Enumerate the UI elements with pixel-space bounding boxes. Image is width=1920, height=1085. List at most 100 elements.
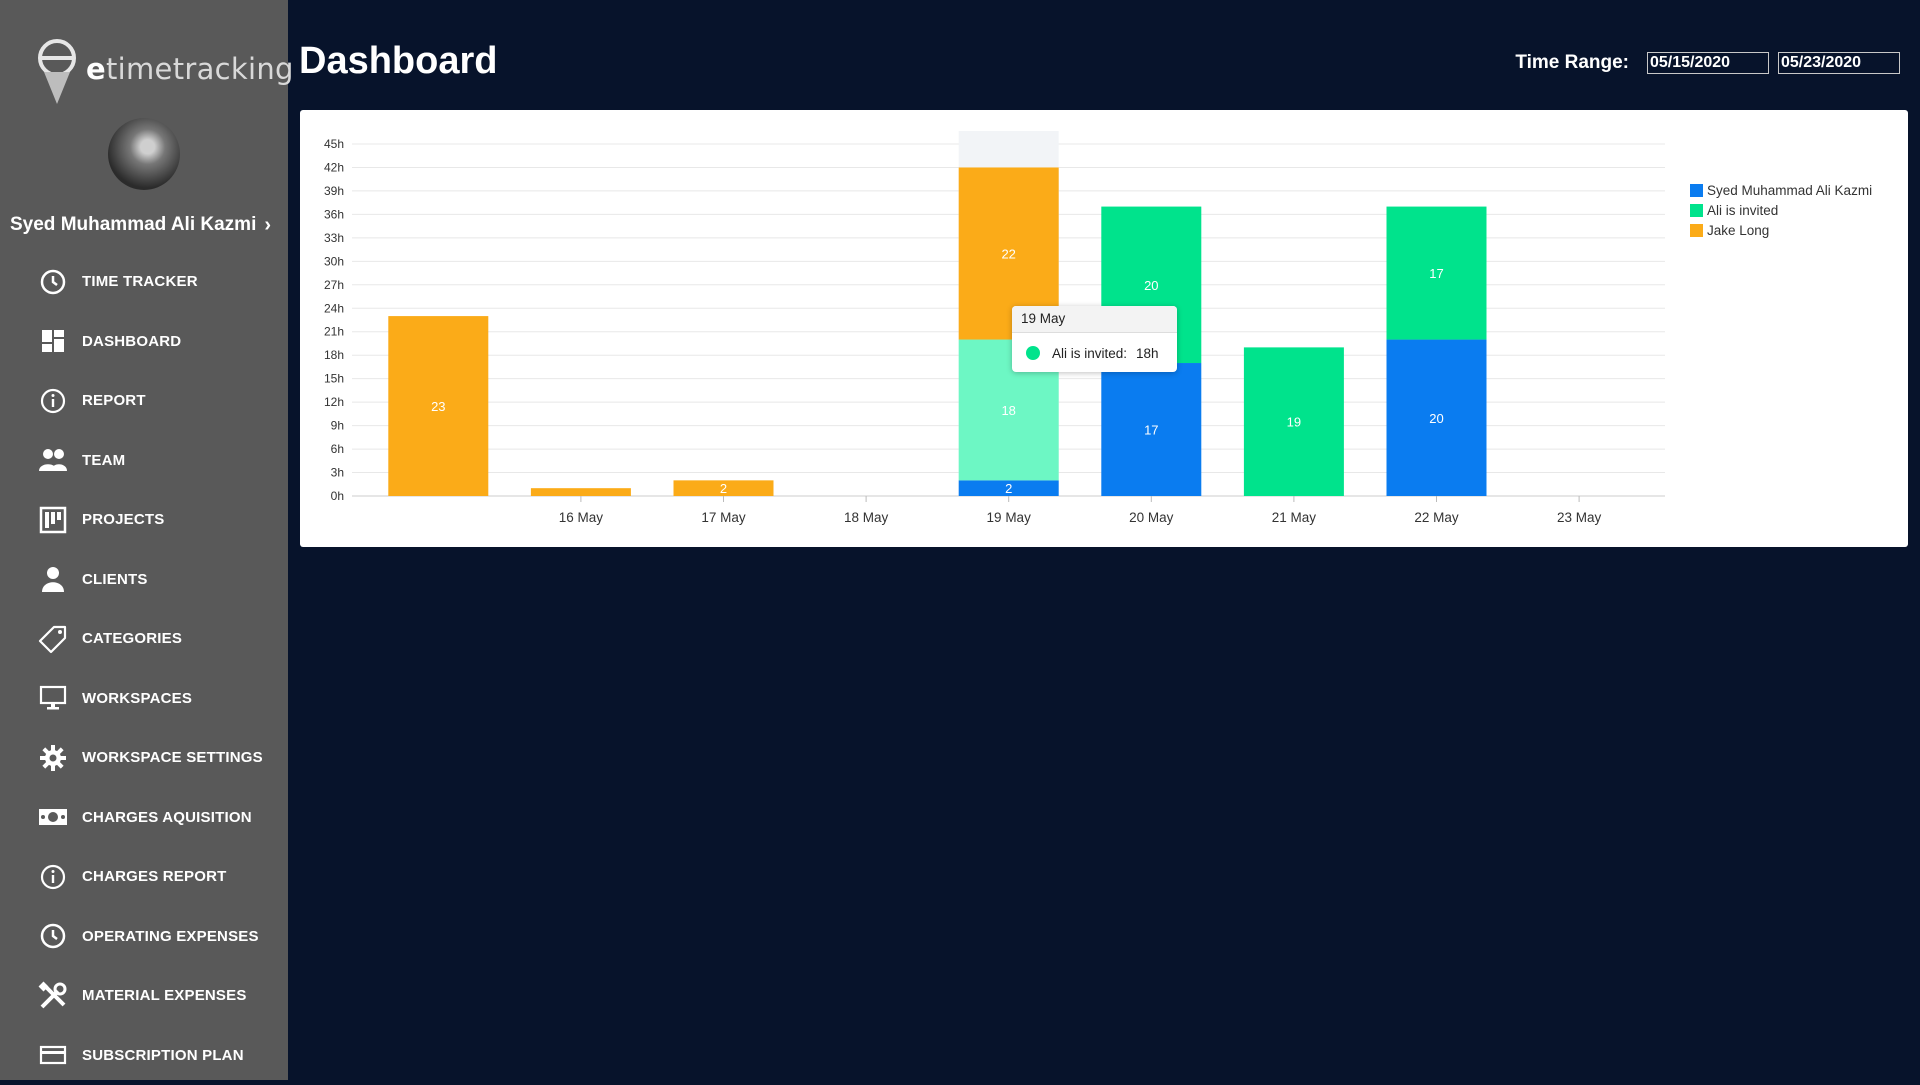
tooltip-series-name: Ali is invited: [1052,346,1127,361]
y-tick-label: 24h [324,301,344,315]
x-tick-label: 21 May [1272,510,1317,525]
y-tick-label: 0h [331,489,344,503]
time-range-label: Time Range: [1515,52,1629,74]
sidebar-item-label: DASHBOARD [82,333,181,350]
sidebar-item-workspace-settings[interactable]: WORKSPACE SETTINGS [0,728,288,788]
y-tick-label: 33h [324,231,344,245]
sidebar-item-label: CHARGES REPORT [82,868,226,885]
bar-data-label: 17 [1144,423,1158,438]
sidebar-item-label: WORKSPACES [82,690,192,707]
tooltip-series-dot [1026,346,1040,360]
sidebar-nav: TIME TRACKER DASHBOARD REPORT TEAM PROJECTS C… [0,252,288,1085]
user-profile-link[interactable]: Syed Muhammad Ali Kazmi › [10,210,280,240]
legend-swatch [1690,204,1703,217]
y-tick-label: 27h [324,278,344,292]
bar-data-label: 20 [1144,278,1158,293]
legend-item[interactable]: Ali is invited [1690,200,1872,220]
y-tick-label: 45h [324,137,344,151]
page-title: Dashboard [299,40,497,83]
time-range: Time Range: [1515,52,1900,74]
bar-segment [531,488,631,496]
x-tick-label: 16 May [559,510,604,525]
projects-icon [38,505,68,535]
sidebar-item-label: CATEGORIES [82,630,182,647]
y-tick-label: 18h [324,348,344,362]
bar-data-label: 19 [1287,415,1301,430]
team-icon [38,445,68,475]
sidebar-item-material-expenses[interactable]: MATERIAL EXPENSES [0,966,288,1026]
sidebar-item-clients[interactable]: CLIENTS [0,550,288,610]
bar-data-label: 17 [1429,266,1443,281]
sidebar-item-operating-expenses[interactable]: OPERATING EXPENSES [0,907,288,967]
avatar[interactable] [108,118,180,190]
card-icon [38,1040,68,1070]
legend-item[interactable]: Jake Long [1690,220,1872,240]
app-logo-text: etimetracking [86,52,294,86]
end-date-input[interactable] [1778,52,1900,74]
y-tick-label: 3h [331,466,344,480]
sidebar-item-workspaces[interactable]: WORKSPACES [0,669,288,729]
y-tick-label: 30h [324,254,344,268]
x-tick-label: 19 May [987,510,1032,525]
sidebar: etimetracking Syed Muhammad Ali Kazmi › … [0,0,288,1080]
grid-icon [38,326,68,356]
y-tick-label: 21h [324,325,344,339]
chart-card: 0h3h6h9h12h15h18h21h24h27h30h33h36h39h42… [300,110,1908,547]
bar-data-label: 20 [1429,411,1443,426]
sidebar-item-label: CHARGES AQUISITION [82,809,252,826]
sidebar-item-charges-aquisition[interactable]: CHARGES AQUISITION [0,788,288,848]
bar-data-label: 2 [720,481,727,496]
y-tick-label: 15h [324,372,344,386]
legend-label: Syed Muhammad Ali Kazmi [1707,183,1872,198]
user-name: Syed Muhammad Ali Kazmi [10,214,256,236]
legend-label: Ali is invited [1707,203,1778,218]
sidebar-item-label: MATERIAL EXPENSES [82,987,247,1004]
tooltip-value: 18h [1136,346,1159,361]
monitor-icon [38,683,68,713]
tag-icon [38,624,68,654]
x-tick-label: 22 May [1414,510,1459,525]
sidebar-item-report[interactable]: REPORT [0,371,288,431]
clock-icon [38,921,68,951]
sidebar-item-dashboard[interactable]: DASHBOARD [0,312,288,372]
chevron-right-icon: › [264,214,271,237]
legend-swatch [1690,224,1703,237]
y-tick-label: 6h [331,442,344,456]
tools-icon [38,981,68,1011]
sidebar-item-label: TEAM [82,452,125,469]
sidebar-item-label: OPERATING EXPENSES [82,928,259,945]
money-icon [38,802,68,832]
y-tick-label: 42h [324,160,344,174]
sidebar-item-label: CLIENTS [82,571,148,588]
tooltip-title: 19 May [1012,306,1177,333]
clock-icon [38,267,68,297]
sidebar-item-label: REPORT [82,392,146,409]
x-tick-label: 20 May [1129,510,1174,525]
legend-label: Jake Long [1707,223,1769,238]
sidebar-item-label: WORKSPACE SETTINGS [82,749,263,766]
sidebar-item-label: PROJECTS [82,511,164,528]
bar-data-label: 23 [431,399,445,414]
x-tick-label: 18 May [844,510,889,525]
x-tick-label: 23 May [1557,510,1602,525]
y-tick-label: 36h [324,207,344,221]
sidebar-item-label: TIME TRACKER [82,273,198,290]
bar-data-label: 18 [1001,403,1015,418]
sidebar-item-charges-report[interactable]: CHARGES REPORT [0,847,288,907]
x-tick-label: 17 May [701,510,746,525]
sidebar-item-categories[interactable]: CATEGORIES [0,609,288,669]
chart-tooltip: 19 May Ali is invited: 18h [1012,306,1177,372]
chart-legend: Syed Muhammad Ali Kazmi Ali is invited Jak… [1690,180,1872,240]
legend-item[interactable]: Syed Muhammad Ali Kazmi [1690,180,1872,200]
gear-icon [38,743,68,773]
sidebar-item-subscription-plan[interactable]: SUBSCRIPTION PLAN [0,1026,288,1085]
y-tick-label: 9h [331,419,344,433]
start-date-input[interactable] [1647,52,1769,74]
legend-swatch [1690,184,1703,197]
sidebar-item-time-tracker[interactable]: TIME TRACKER [0,252,288,312]
sidebar-item-projects[interactable]: PROJECTS [0,490,288,550]
info-icon [38,386,68,416]
sidebar-item-team[interactable]: TEAM [0,431,288,491]
person-icon [38,564,68,594]
y-tick-label: 12h [324,395,344,409]
